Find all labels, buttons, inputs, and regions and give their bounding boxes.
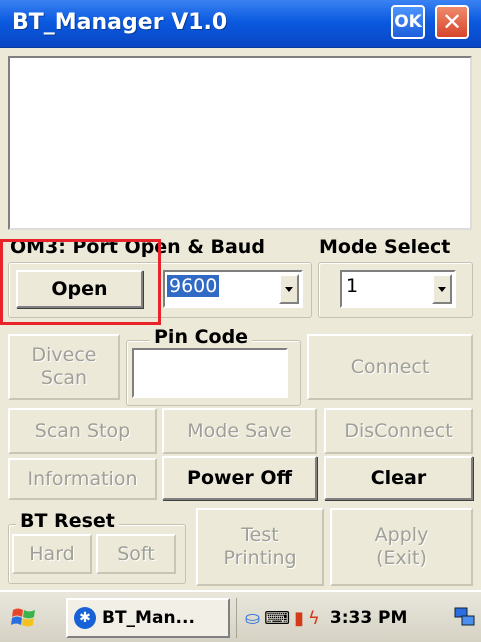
keyboard-icon[interactable]: ⌨ bbox=[264, 608, 290, 629]
test-printing-button[interactable]: Test Printing bbox=[196, 508, 324, 586]
apply-exit-label: Apply (Exit) bbox=[374, 524, 429, 569]
pin-code-label: Pin Code bbox=[150, 326, 253, 348]
bluetooth-icon: ✱ bbox=[74, 607, 96, 629]
clear-button[interactable]: Clear bbox=[324, 456, 473, 500]
ok-button[interactable]: OK bbox=[391, 5, 425, 39]
task-bt-manager[interactable]: ✱ BT_Man... bbox=[66, 598, 230, 638]
task-label: BT_Man... bbox=[102, 608, 195, 628]
scan-stop-button[interactable]: Scan Stop bbox=[8, 408, 157, 454]
bt-reset-label: BT Reset bbox=[16, 510, 119, 532]
power-off-button[interactable]: Power Off bbox=[162, 456, 317, 500]
window-title: BT_Manager V1.0 bbox=[12, 10, 228, 35]
power-icon[interactable]: ϟ bbox=[308, 608, 320, 629]
windows-flag-icon[interactable] bbox=[10, 604, 38, 632]
taskbar: ✱ BT_Man... ⛀ ⌨ ▮ ϟ 3:33 PM bbox=[0, 590, 481, 642]
mode-value: 1 bbox=[346, 275, 359, 297]
log-text-area[interactable] bbox=[8, 56, 472, 230]
soft-reset-button[interactable]: Soft bbox=[96, 534, 176, 574]
mode-select[interactable]: 1 bbox=[340, 270, 456, 308]
title-bar: BT_Manager V1.0 OK ✕ bbox=[0, 0, 481, 48]
network-icon[interactable]: ⛀ bbox=[245, 608, 260, 629]
highlight-frame bbox=[0, 239, 161, 325]
desktop-icon[interactable] bbox=[452, 604, 478, 630]
disconnect-button[interactable]: DisConnect bbox=[324, 408, 473, 454]
device-scan-button[interactable]: Divece Scan bbox=[8, 334, 120, 400]
mode-select-label: Mode Select bbox=[319, 236, 451, 258]
hard-reset-button[interactable]: Hard bbox=[12, 534, 92, 574]
apply-exit-button[interactable]: Apply (Exit) bbox=[330, 508, 473, 586]
system-tray: ⛀ ⌨ ▮ ϟ 3:33 PM bbox=[236, 598, 450, 638]
close-button[interactable]: ✕ bbox=[435, 5, 469, 39]
test-printing-label: Test Printing bbox=[223, 524, 297, 569]
mode-save-button[interactable]: Mode Save bbox=[162, 408, 317, 454]
pin-code-input[interactable] bbox=[132, 348, 288, 398]
baud-rate-value: 9600 bbox=[167, 275, 220, 297]
clock[interactable]: 3:33 PM bbox=[330, 608, 408, 628]
connect-button[interactable]: Connect bbox=[307, 334, 473, 400]
chevron-down-icon[interactable] bbox=[279, 274, 299, 304]
battery-icon[interactable]: ▮ bbox=[294, 608, 304, 629]
device-scan-label: Divece Scan bbox=[31, 344, 97, 389]
chevron-down-icon[interactable] bbox=[432, 274, 452, 304]
baud-rate-select[interactable]: 9600 bbox=[163, 270, 303, 308]
information-button[interactable]: Information bbox=[8, 458, 157, 500]
